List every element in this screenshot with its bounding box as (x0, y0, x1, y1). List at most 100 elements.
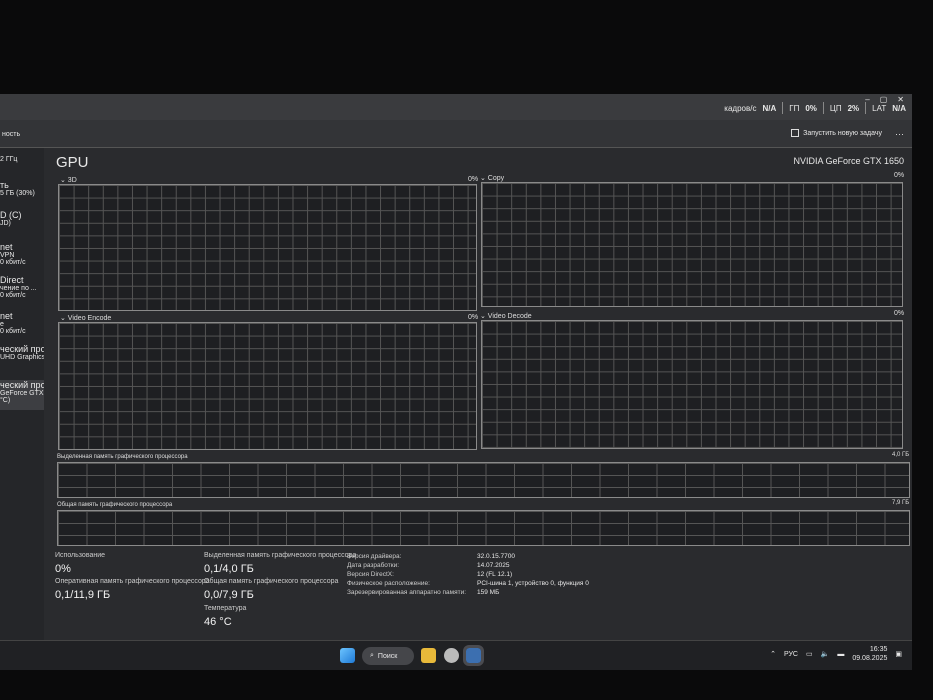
gpu-label: ГП (789, 103, 800, 113)
time: 16:35 (869, 646, 888, 653)
sidebar-item[interactable]: net VPN 0 кбит/с (0, 242, 44, 272)
info-key: Версия драйвера: (347, 553, 402, 560)
info-value: 32.0.15.7700 (477, 553, 515, 560)
notification-icon[interactable]: ▣ (895, 650, 902, 658)
info-row: Версия драйвера: 32.0.15.7700 (347, 552, 589, 561)
gpu-title: GPU (56, 154, 89, 171)
sidebar-item-detail: чение по ... (0, 285, 37, 292)
info-value: 14.07.2025 (477, 562, 510, 569)
sidebar-item-detail: 0 кбит/с (0, 259, 26, 266)
info-key: Дата разработки: (347, 562, 400, 569)
command-bar: ность Запустить новую задачу ··· (0, 120, 912, 148)
run-new-task-button[interactable]: Запустить новую задачу (791, 129, 882, 137)
chevron-up-icon[interactable]: ⌃ (770, 650, 776, 658)
info-row: Зарезервированная аппаратно памяти: 159 М… (347, 588, 589, 597)
sidebar-item[interactable]: net е 0 кбит/с (0, 311, 44, 341)
dedicated-stat-value: 0,1/4,0 ГБ (204, 563, 254, 575)
usage-label: Использование (55, 552, 106, 559)
lat-label: LAT (872, 103, 887, 113)
cpu-label: ЦП (829, 103, 842, 113)
start-icon[interactable] (340, 648, 355, 663)
graph-copy (481, 182, 903, 307)
usage-value: 0% (55, 563, 71, 575)
sidebar: 2 ГГц ть 5 ГБ (30%) D (C) JD) net VPN 0 кбит/с D… (0, 148, 44, 640)
graph-video-encode (58, 322, 477, 450)
sidebar-item[interactable]: D (C) JD) (0, 210, 44, 240)
graph-3d (58, 184, 477, 311)
lat-value: N/A (892, 103, 906, 113)
sidebar-item-detail: 0 кбит/с (0, 292, 26, 299)
info-value: 12 (FL 12.1) (477, 571, 513, 578)
graph-3d-pct: 0% (468, 176, 479, 183)
sidebar-item-detail: VPN (0, 252, 15, 259)
dedicated-stat-label: Выделенная память графического процессор… (204, 552, 357, 559)
more-options-button[interactable]: ··· (895, 129, 904, 139)
sidebar-item-title: ческий про (0, 380, 44, 390)
sidebar-item-title: Direct (0, 275, 24, 285)
shared-memory-max: 7,9 ГБ (892, 500, 910, 506)
search-icon: ⌕ (370, 652, 374, 659)
graph-decode-label[interactable]: ⌄ Video Decode (480, 312, 532, 320)
sidebar-item-title: ть (0, 180, 9, 190)
sidebar-item-title: D (C) (0, 210, 22, 220)
graph-3d-label[interactable]: ⌄ 3D (60, 176, 77, 184)
gpu-ram-value: 0,1/11,9 ГБ (55, 589, 111, 601)
gpu-value: 0% (805, 103, 817, 113)
dedicated-memory-label: Выделенная память графического процессор… (57, 454, 188, 460)
sidebar-item[interactable]: Direct чение по ... 0 кбит/с (0, 275, 44, 305)
sidebar-item-detail: е (0, 321, 4, 328)
graph-encode-pct: 0% (468, 314, 479, 321)
sidebar-item-detail: JD) (0, 220, 11, 227)
battery-icon[interactable]: ▬ (837, 651, 844, 658)
system-tray: ⌃ РУС ▭ 🔈 ▬ 16:35 09.08.2025 ▣ (770, 645, 902, 663)
sidebar-item-detail: 0 кбит/с (0, 328, 26, 335)
sidebar-item[interactable]: ческий проGeForce GTX 16°C) (0, 380, 44, 410)
title-bar: кадров/с N/A ГП 0% ЦП 2% LAT N/A – ▢ ✕ (0, 94, 912, 120)
chrome-icon[interactable] (444, 648, 459, 663)
file-explorer-icon[interactable] (421, 648, 436, 663)
volume-icon[interactable]: 🔈 (821, 650, 830, 658)
temperature-label: Температура (204, 605, 247, 612)
info-row: Версия DirectX: 12 (FL 12.1) (347, 570, 589, 579)
close-button[interactable]: ✕ (897, 95, 904, 104)
info-row: Физическое расположение: PCI-шина 1, устр… (347, 579, 589, 588)
info-key: Зарезервированная аппаратно памяти: (347, 589, 467, 596)
shared-stat-label: Общая память графического процессора (204, 578, 339, 585)
run-task-label: Запустить новую задачу (803, 129, 882, 137)
graph-video-decode (481, 320, 903, 449)
fps-label: кадров/с (724, 103, 757, 113)
network-icon[interactable]: ▭ (806, 650, 813, 658)
info-row: Дата разработки: 14.07.2025 (347, 561, 589, 570)
clock[interactable]: 16:35 09.08.2025 (852, 645, 887, 663)
page-title: ность (2, 131, 21, 138)
taskbar: ⌕ Поиск ⌃ РУС ▭ 🔈 ▬ 16:35 09.08.2025 ▣ (0, 640, 912, 670)
sidebar-item-detail: GeForce GTX 16 (0, 390, 44, 397)
graph-decode-pct: 0% (894, 310, 905, 317)
graph-copy-pct: 0% (894, 172, 905, 179)
sidebar-item-title: ческий про (0, 344, 44, 354)
task-manager-window: кадров/с N/A ГП 0% ЦП 2% LAT N/A – ▢ ✕ ность… (0, 94, 912, 670)
sidebar-item[interactable]: ть 5 ГБ (30%) (0, 180, 44, 210)
gpu-panel: GPU NVIDIA GeForce GTX 1650 ⌄ 3D 0% ⌄ Co… (46, 148, 912, 640)
shared-stat-value: 0,0/7,9 ГБ (204, 589, 254, 601)
dedicated-memory-graph (57, 462, 910, 498)
gpu-name: NVIDIA GeForce GTX 1650 (793, 156, 904, 166)
sidebar-item-title: net (0, 242, 13, 252)
maximize-button[interactable]: ▢ (880, 95, 888, 104)
date: 09.08.2025 (852, 655, 888, 662)
info-key: Версия DirectX: (347, 571, 394, 578)
minimize-button[interactable]: – (865, 95, 869, 104)
graph-encode-label[interactable]: ⌄ Video Encode (60, 314, 111, 322)
sidebar-item-detail: 2 ГГц (0, 156, 18, 163)
shared-memory-graph (57, 510, 910, 546)
info-value: 159 МБ (477, 589, 500, 596)
task-manager-taskbar-icon[interactable] (463, 645, 484, 666)
info-value: PCI-шина 1, устройство 0, функция 0 (477, 580, 589, 587)
temperature-value: 46 °C (204, 616, 232, 628)
graph-copy-label[interactable]: ⌄ Copy (480, 174, 504, 182)
sidebar-item-title: net (0, 311, 13, 321)
sidebar-item[interactable]: ческий про UHD Graphics (0, 344, 44, 374)
sidebar-item-detail: UHD Graphics (0, 354, 44, 361)
search-box[interactable]: ⌕ Поиск (362, 647, 414, 665)
language-indicator[interactable]: РУС (784, 651, 798, 658)
